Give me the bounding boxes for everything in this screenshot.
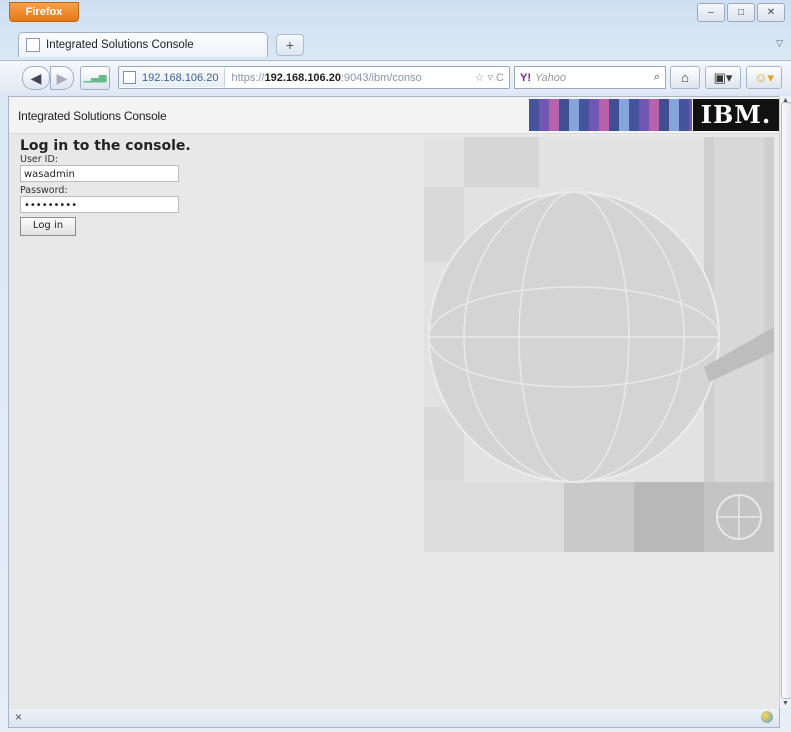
- password-label: Password:: [20, 185, 68, 196]
- tab-list-chevron-icon[interactable]: ▽: [776, 38, 783, 49]
- tab-title: Integrated Solutions Console: [46, 39, 194, 51]
- site-identity-label: 192.168.106.20: [142, 71, 219, 84]
- url-path: :9043/ibm/conso: [340, 71, 422, 84]
- bookmark-star-icon[interactable]: ☆ ▿ C: [475, 71, 509, 84]
- maximize-button[interactable]: □: [727, 3, 755, 22]
- ibm-logo: IBM.: [693, 99, 779, 131]
- new-tab-button[interactable]: +: [276, 34, 304, 56]
- url-prefix: https://: [231, 71, 265, 84]
- tab-strip: Integrated Solutions Console + ▽: [0, 28, 791, 58]
- addon-button[interactable]: ☺▾: [746, 66, 782, 89]
- console-header: Integrated Solutions Console IBM.: [9, 97, 779, 134]
- search-icon[interactable]: ⌕: [654, 71, 660, 84]
- minimize-button[interactable]: –: [697, 3, 725, 22]
- close-button[interactable]: ✕: [757, 3, 785, 22]
- vertical-scrollbar[interactable]: ▲ ▼: [779, 96, 791, 708]
- home-button[interactable]: ⌂: [670, 66, 700, 89]
- url-text[interactable]: https://192.168.106.20:9043/ibm/conso: [225, 72, 421, 84]
- globe-decoration-image: [424, 137, 774, 552]
- search-placeholder: Yahoo: [535, 71, 566, 84]
- scrollbar-thumb[interactable]: [781, 102, 791, 699]
- web-page: Integrated Solutions Console IBM. Log in…: [8, 96, 780, 710]
- userid-label: User ID:: [20, 154, 58, 165]
- site-identity-icon: [123, 71, 136, 84]
- browser-window: Firefox – □ ✕ Integrated Solutions Conso…: [0, 0, 791, 732]
- title-bar: Firefox – □ ✕: [0, 0, 791, 28]
- navigation-toolbar: ◀ ▶ ▁▃▅ 192.168.106.20 https://192.168.1…: [0, 60, 791, 93]
- tab-integrated-solutions-console[interactable]: Integrated Solutions Console: [18, 32, 268, 57]
- userid-field[interactable]: wasadmin: [20, 165, 179, 182]
- login-heading: Log in to the console.: [20, 138, 191, 154]
- yahoo-engine-icon[interactable]: Y!: [520, 72, 531, 84]
- password-field[interactable]: •••••••••: [20, 196, 179, 213]
- login-form: Log in to the console. User ID: wasadmin…: [20, 139, 191, 236]
- status-globe-icon: [761, 711, 773, 723]
- url-host: 192.168.106.20: [264, 71, 341, 84]
- scroll-down-icon[interactable]: ▼: [782, 700, 789, 707]
- page-favicon-icon: [26, 38, 40, 52]
- back-button[interactable]: ◀: [22, 66, 50, 90]
- address-bar[interactable]: 192.168.106.20 https://192.168.106.20:90…: [118, 66, 510, 89]
- login-button[interactable]: Log in: [20, 217, 76, 236]
- window-controls: – □ ✕: [697, 3, 785, 22]
- site-identity-button[interactable]: 192.168.106.20: [119, 68, 226, 87]
- header-banner-image: [529, 99, 692, 131]
- search-input[interactable]: Y! Yahoo ⌕: [514, 66, 666, 89]
- status-bar: ×: [8, 709, 780, 728]
- forward-button[interactable]: ▶: [50, 66, 74, 90]
- signal-icon[interactable]: ▁▃▅: [80, 66, 110, 90]
- close-status-icon[interactable]: ×: [15, 710, 22, 724]
- firefox-menu-button[interactable]: Firefox: [9, 2, 79, 22]
- screen-capture-button[interactable]: ▣▾: [705, 66, 741, 89]
- app-title: Integrated Solutions Console: [18, 109, 167, 123]
